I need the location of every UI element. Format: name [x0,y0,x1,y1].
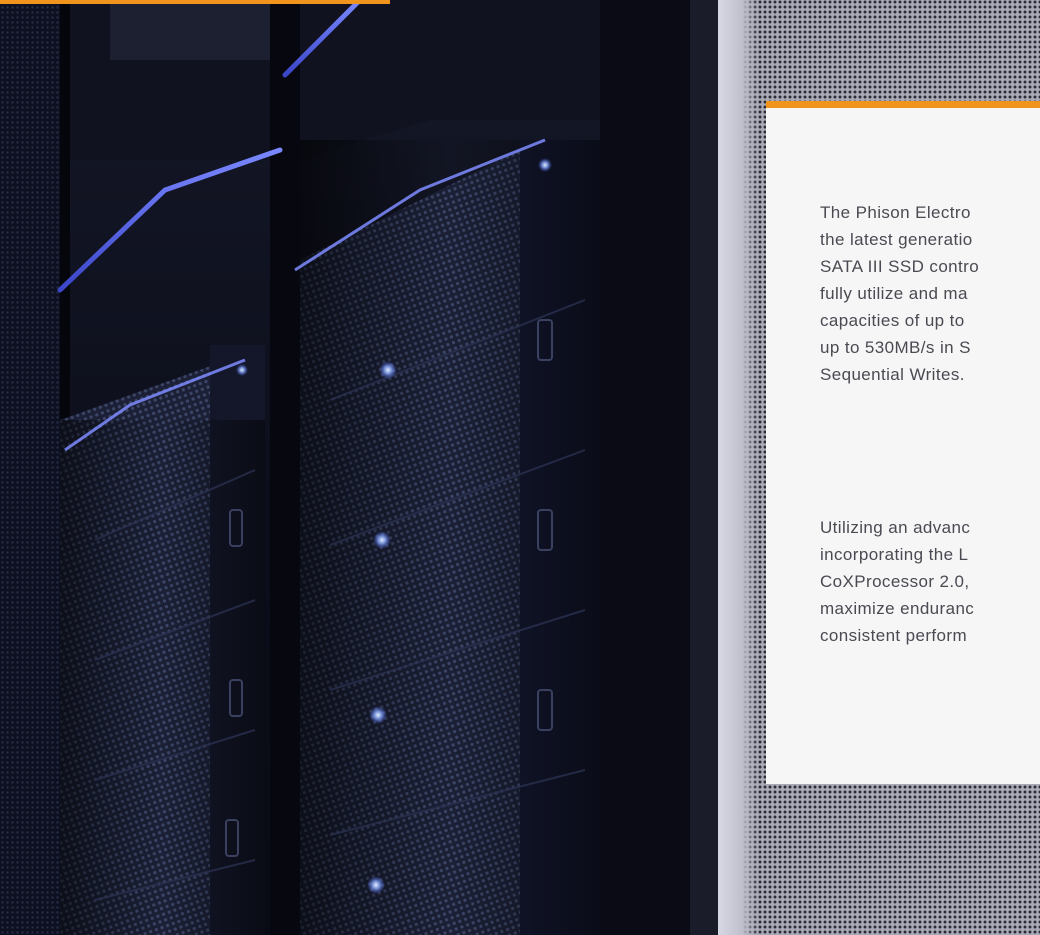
top-accent-bar [0,0,390,4]
paragraph-2-line: Utilizing an advanc [820,518,971,537]
panel-edge-highlight [718,0,758,935]
paragraph-1-line: Sequential Writes. [820,365,965,384]
controller-description-card: The Phison Electro the latest generatio … [766,101,1040,784]
paragraph-2-line: CoXProcessor 2.0, [820,572,970,591]
paragraph-1-line: SATA III SSD contro [820,257,980,276]
paragraph-2-line: consistent perform [820,626,968,645]
paragraph-2-line: incorporating the L [820,545,969,564]
paragraph-1-line: The Phison Electro [820,203,971,222]
paragraph-1-line: the latest generatio [820,230,973,249]
description-paragraph-1: The Phison Electro the latest generatio … [820,199,1040,388]
paragraph-2-line: maximize enduranc [820,599,975,618]
paragraph-1-line: up to 530MB/s in S [820,338,971,357]
paragraph-1-line: capacities of up to [820,311,965,330]
description-paragraph-2: Utilizing an advanc incorporating the L … [820,514,1040,649]
paragraph-1-line: fully utilize and ma [820,284,968,303]
